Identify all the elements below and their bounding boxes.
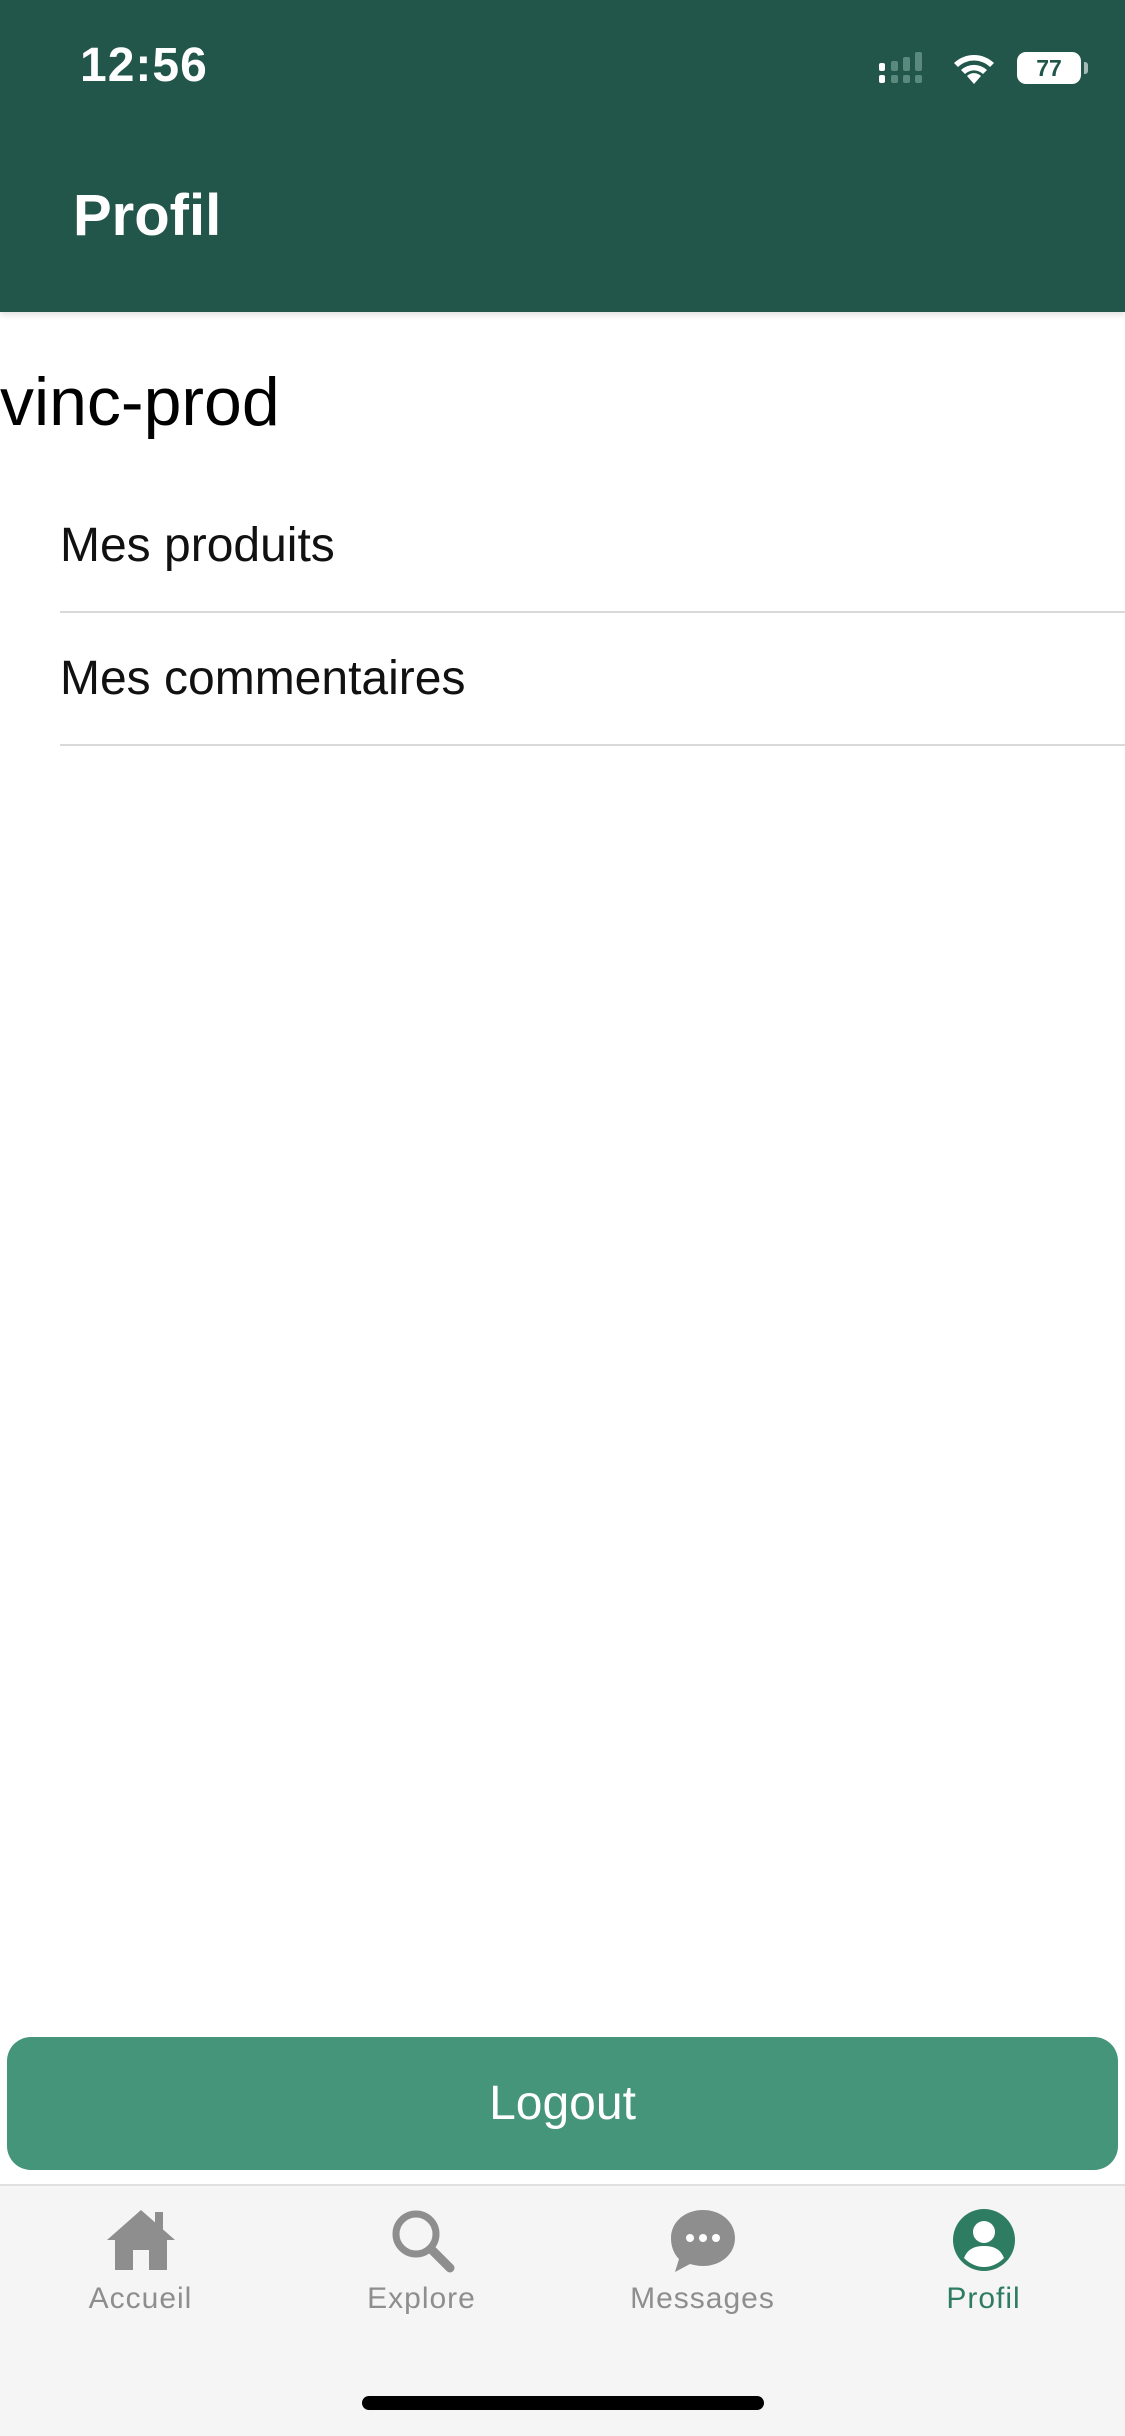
tab-home[interactable]: Accueil (0, 2204, 281, 2344)
profile-username: vinc-prod (0, 364, 280, 440)
battery-level: 77 (1036, 54, 1062, 81)
menu-item-my-products[interactable]: Mes produits (60, 480, 1125, 613)
menu-item-my-comments[interactable]: Mes commentaires (60, 613, 1125, 746)
tab-label: Accueil (88, 2282, 193, 2315)
user-icon (952, 2209, 1015, 2271)
menu-item-label: Mes produits (60, 519, 335, 572)
status-icons: 77 (879, 48, 1088, 88)
tab-label: Profil (946, 2282, 1021, 2315)
tab-explore[interactable]: Explore (281, 2204, 562, 2344)
profile-screen: 12:56 77 Profil vinc-prod Mes produits M… (0, 0, 1125, 2436)
tab-label: Messages (630, 2282, 775, 2315)
logout-label: Logout (489, 2077, 636, 2130)
search-icon (392, 2210, 454, 2273)
wifi-icon (954, 55, 994, 84)
profile-menu: Mes produits Mes commentaires (60, 480, 1125, 746)
signal-icon (879, 52, 922, 83)
status-time: 12:56 (80, 39, 208, 92)
tab-profile[interactable]: Profil (843, 2204, 1124, 2344)
logout-button[interactable]: Logout (7, 2037, 1118, 2170)
home-indicator (362, 2396, 764, 2410)
menu-item-label: Mes commentaires (60, 652, 466, 705)
battery-icon: 77 (1017, 52, 1088, 84)
app-header: 12:56 77 Profil (0, 0, 1125, 312)
home-icon (106, 2210, 175, 2270)
tab-label: Explore (367, 2282, 476, 2315)
chat-bubble-icon (670, 2210, 735, 2272)
tab-messages[interactable]: Messages (562, 2204, 843, 2344)
page-title: Profil (73, 183, 222, 248)
